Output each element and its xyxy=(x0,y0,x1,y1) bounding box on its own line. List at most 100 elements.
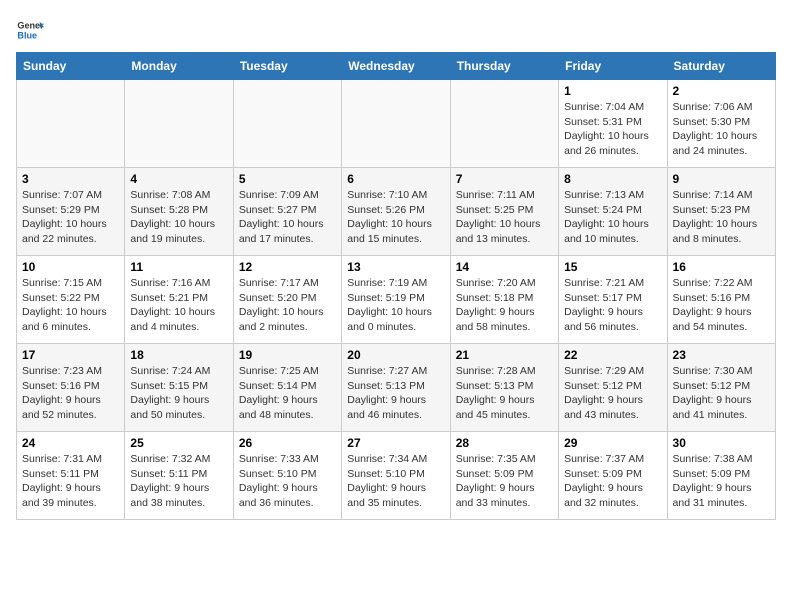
day-number: 26 xyxy=(239,436,336,450)
day-number: 17 xyxy=(22,348,119,362)
calendar-cell: 27 Sunrise: 7:34 AMSunset: 5:10 PMDayligh… xyxy=(342,432,450,520)
calendar-cell: 9 Sunrise: 7:14 AMSunset: 5:23 PMDaylight… xyxy=(667,168,775,256)
calendar-cell: 16 Sunrise: 7:22 AMSunset: 5:16 PMDayligh… xyxy=(667,256,775,344)
calendar-cell: 8 Sunrise: 7:13 AMSunset: 5:24 PMDaylight… xyxy=(559,168,667,256)
day-info: Sunrise: 7:37 AMSunset: 5:09 PMDaylight:… xyxy=(564,452,661,511)
day-info: Sunrise: 7:20 AMSunset: 5:18 PMDaylight:… xyxy=(456,276,553,335)
calendar-cell: 11 Sunrise: 7:16 AMSunset: 5:21 PMDayligh… xyxy=(125,256,233,344)
day-info: Sunrise: 7:22 AMSunset: 5:16 PMDaylight:… xyxy=(673,276,770,335)
day-info: Sunrise: 7:25 AMSunset: 5:14 PMDaylight:… xyxy=(239,364,336,423)
day-number: 24 xyxy=(22,436,119,450)
calendar-cell: 13 Sunrise: 7:19 AMSunset: 5:19 PMDayligh… xyxy=(342,256,450,344)
calendar-cell: 5 Sunrise: 7:09 AMSunset: 5:27 PMDaylight… xyxy=(233,168,341,256)
day-number: 16 xyxy=(673,260,770,274)
day-info: Sunrise: 7:24 AMSunset: 5:15 PMDaylight:… xyxy=(130,364,227,423)
page-header: General Blue xyxy=(16,16,776,44)
day-info: Sunrise: 7:21 AMSunset: 5:17 PMDaylight:… xyxy=(564,276,661,335)
day-info: Sunrise: 7:35 AMSunset: 5:09 PMDaylight:… xyxy=(456,452,553,511)
calendar-cell: 1 Sunrise: 7:04 AMSunset: 5:31 PMDaylight… xyxy=(559,80,667,168)
day-info: Sunrise: 7:28 AMSunset: 5:13 PMDaylight:… xyxy=(456,364,553,423)
day-info: Sunrise: 7:15 AMSunset: 5:22 PMDaylight:… xyxy=(22,276,119,335)
day-number: 11 xyxy=(130,260,227,274)
calendar-table: SundayMondayTuesdayWednesdayThursdayFrid… xyxy=(16,52,776,520)
day-number: 2 xyxy=(673,84,770,98)
day-number: 15 xyxy=(564,260,661,274)
day-number: 10 xyxy=(22,260,119,274)
calendar-cell: 25 Sunrise: 7:32 AMSunset: 5:11 PMDayligh… xyxy=(125,432,233,520)
day-number: 25 xyxy=(130,436,227,450)
calendar-cell: 23 Sunrise: 7:30 AMSunset: 5:12 PMDayligh… xyxy=(667,344,775,432)
day-number: 27 xyxy=(347,436,444,450)
day-info: Sunrise: 7:30 AMSunset: 5:12 PMDaylight:… xyxy=(673,364,770,423)
day-number: 19 xyxy=(239,348,336,362)
calendar-cell: 18 Sunrise: 7:24 AMSunset: 5:15 PMDayligh… xyxy=(125,344,233,432)
day-number: 7 xyxy=(456,172,553,186)
logo: General Blue xyxy=(16,16,44,44)
day-info: Sunrise: 7:11 AMSunset: 5:25 PMDaylight:… xyxy=(456,188,553,247)
day-number: 4 xyxy=(130,172,227,186)
day-info: Sunrise: 7:06 AMSunset: 5:30 PMDaylight:… xyxy=(673,100,770,159)
day-info: Sunrise: 7:27 AMSunset: 5:13 PMDaylight:… xyxy=(347,364,444,423)
weekday-header-sunday: Sunday xyxy=(17,53,125,80)
calendar-cell xyxy=(233,80,341,168)
day-number: 12 xyxy=(239,260,336,274)
day-info: Sunrise: 7:34 AMSunset: 5:10 PMDaylight:… xyxy=(347,452,444,511)
day-number: 3 xyxy=(22,172,119,186)
weekday-header-monday: Monday xyxy=(125,53,233,80)
calendar-cell: 17 Sunrise: 7:23 AMSunset: 5:16 PMDayligh… xyxy=(17,344,125,432)
day-info: Sunrise: 7:14 AMSunset: 5:23 PMDaylight:… xyxy=(673,188,770,247)
day-info: Sunrise: 7:09 AMSunset: 5:27 PMDaylight:… xyxy=(239,188,336,247)
calendar-cell: 10 Sunrise: 7:15 AMSunset: 5:22 PMDayligh… xyxy=(17,256,125,344)
calendar-cell: 29 Sunrise: 7:37 AMSunset: 5:09 PMDayligh… xyxy=(559,432,667,520)
calendar-cell: 30Sunrise: 7:38 AMSunset: 5:09 PMDayligh… xyxy=(667,432,775,520)
day-number: 13 xyxy=(347,260,444,274)
day-number: 6 xyxy=(347,172,444,186)
day-number: 28 xyxy=(456,436,553,450)
day-info: Sunrise: 7:08 AMSunset: 5:28 PMDaylight:… xyxy=(130,188,227,247)
logo-icon: General Blue xyxy=(16,16,44,44)
day-number: 8 xyxy=(564,172,661,186)
calendar-cell: 2 Sunrise: 7:06 AMSunset: 5:30 PMDaylight… xyxy=(667,80,775,168)
calendar-cell: 6 Sunrise: 7:10 AMSunset: 5:26 PMDaylight… xyxy=(342,168,450,256)
calendar-cell: 12 Sunrise: 7:17 AMSunset: 5:20 PMDayligh… xyxy=(233,256,341,344)
day-number: 14 xyxy=(456,260,553,274)
day-number: 22 xyxy=(564,348,661,362)
day-info: Sunrise: 7:16 AMSunset: 5:21 PMDaylight:… xyxy=(130,276,227,335)
weekday-header-saturday: Saturday xyxy=(667,53,775,80)
calendar-cell xyxy=(125,80,233,168)
day-info: Sunrise: 7:07 AMSunset: 5:29 PMDaylight:… xyxy=(22,188,119,247)
svg-text:Blue: Blue xyxy=(17,30,37,40)
day-number: 23 xyxy=(673,348,770,362)
day-info: Sunrise: 7:17 AMSunset: 5:20 PMDaylight:… xyxy=(239,276,336,335)
calendar-cell: 3 Sunrise: 7:07 AMSunset: 5:29 PMDaylight… xyxy=(17,168,125,256)
calendar-cell xyxy=(450,80,558,168)
weekday-header-thursday: Thursday xyxy=(450,53,558,80)
day-info: Sunrise: 7:10 AMSunset: 5:26 PMDaylight:… xyxy=(347,188,444,247)
weekday-header-friday: Friday xyxy=(559,53,667,80)
day-info: Sunrise: 7:32 AMSunset: 5:11 PMDaylight:… xyxy=(130,452,227,511)
calendar-cell: 24 Sunrise: 7:31 AMSunset: 5:11 PMDayligh… xyxy=(17,432,125,520)
day-info: Sunrise: 7:23 AMSunset: 5:16 PMDaylight:… xyxy=(22,364,119,423)
day-number: 9 xyxy=(673,172,770,186)
calendar-cell: 20Sunrise: 7:27 AMSunset: 5:13 PMDayligh… xyxy=(342,344,450,432)
day-number: 21 xyxy=(456,348,553,362)
day-number: 5 xyxy=(239,172,336,186)
weekday-header-tuesday: Tuesday xyxy=(233,53,341,80)
calendar-cell: 14 Sunrise: 7:20 AMSunset: 5:18 PMDayligh… xyxy=(450,256,558,344)
day-number: 18 xyxy=(130,348,227,362)
calendar-cell xyxy=(17,80,125,168)
day-number: 30 xyxy=(673,436,770,450)
calendar-cell: 21 Sunrise: 7:28 AMSunset: 5:13 PMDayligh… xyxy=(450,344,558,432)
calendar-cell: 19 Sunrise: 7:25 AMSunset: 5:14 PMDayligh… xyxy=(233,344,341,432)
day-number: 1 xyxy=(564,84,661,98)
day-info: Sunrise: 7:04 AMSunset: 5:31 PMDaylight:… xyxy=(564,100,661,159)
calendar-cell: 28 Sunrise: 7:35 AMSunset: 5:09 PMDayligh… xyxy=(450,432,558,520)
day-info: Sunrise: 7:31 AMSunset: 5:11 PMDaylight:… xyxy=(22,452,119,511)
day-info: Sunrise: 7:33 AMSunset: 5:10 PMDaylight:… xyxy=(239,452,336,511)
day-info: Sunrise: 7:29 AMSunset: 5:12 PMDaylight:… xyxy=(564,364,661,423)
day-info: Sunrise: 7:13 AMSunset: 5:24 PMDaylight:… xyxy=(564,188,661,247)
day-number: 29 xyxy=(564,436,661,450)
weekday-header-wednesday: Wednesday xyxy=(342,53,450,80)
day-info: Sunrise: 7:19 AMSunset: 5:19 PMDaylight:… xyxy=(347,276,444,335)
calendar-cell: 22 Sunrise: 7:29 AMSunset: 5:12 PMDayligh… xyxy=(559,344,667,432)
